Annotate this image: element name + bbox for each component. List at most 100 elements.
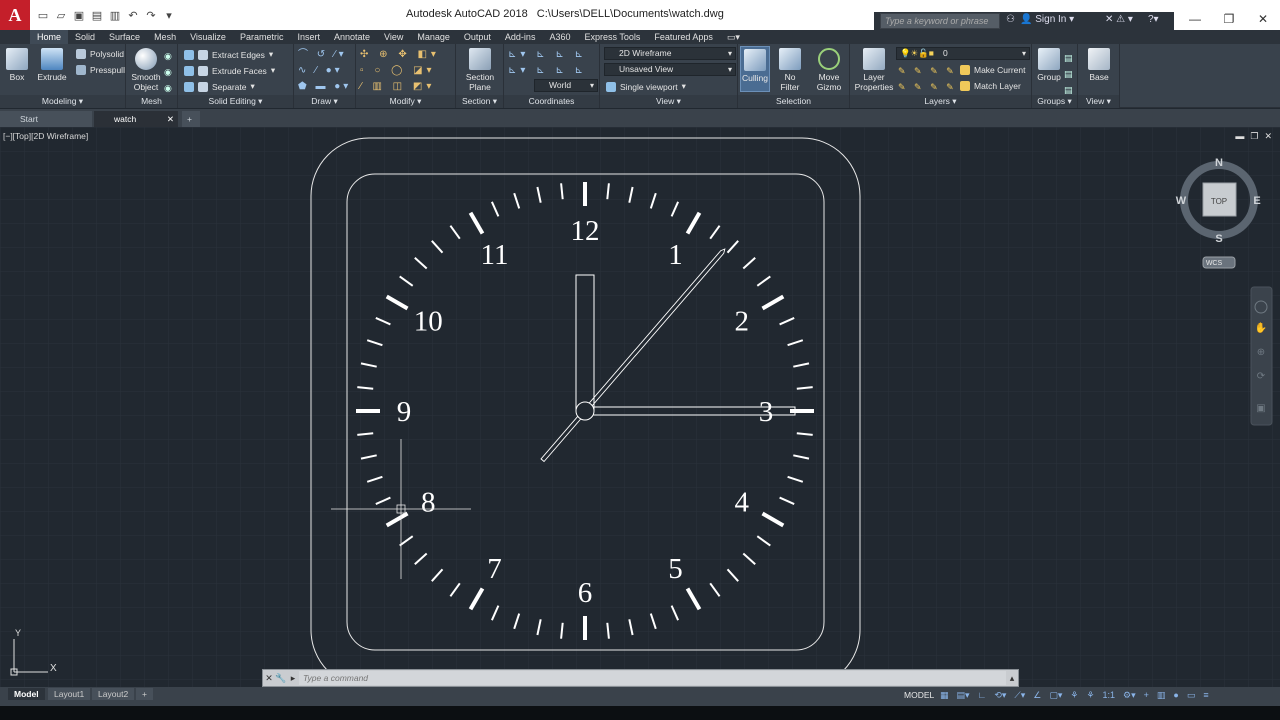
annotation-scale-icon[interactable]: ⚘ [1070, 690, 1078, 701]
match-layer-button[interactable]: Match Layer [960, 81, 1021, 91]
annotation-monitor-icon[interactable]: + [1144, 690, 1149, 701]
group-tools-icons[interactable]: ▤ ▤ ▤ [1064, 50, 1073, 98]
snap-mode-icon[interactable]: ▤▾ [957, 690, 970, 701]
model-space-toggle[interactable]: MODEL [904, 690, 934, 700]
ribbon-minimize-icon[interactable]: ▭▾ [720, 30, 747, 44]
ucs-tools-icons[interactable]: ⊾▾ ⊾ ⊾ ⊾ ⊾▾ ⊾ ⊾ ⊾ [508, 47, 587, 79]
compass-south[interactable]: S [1215, 233, 1222, 245]
scale-dropdown[interactable]: 1:1 [1103, 690, 1116, 701]
annotation-visibility-icon[interactable]: ⚘ [1086, 690, 1094, 701]
panel-label-solid-editing[interactable]: Solid Editing ▾ [178, 95, 293, 108]
extrude-button[interactable]: Extrude [36, 48, 68, 82]
section-plane-button[interactable]: Section Plane [462, 48, 498, 92]
viewport-restore-icon[interactable]: ❐ [1250, 131, 1258, 142]
ortho-icon[interactable]: ∟ [978, 690, 987, 701]
object-snap-icon[interactable]: ▢▾ [1049, 690, 1062, 701]
save-as-icon[interactable]: ▤ [90, 8, 104, 22]
binoculars-icon[interactable]: ⚇ [1006, 14, 1015, 25]
quick-properties-icon[interactable]: ● [1173, 690, 1178, 701]
tab-add-ins[interactable]: Add-ins [498, 30, 543, 44]
layout-tab-layout2[interactable]: Layout2 [92, 688, 135, 700]
open-file-icon[interactable]: ▱ [54, 8, 68, 22]
culling-button[interactable]: Culling [740, 46, 770, 92]
tab-a360[interactable]: A360 [542, 30, 577, 44]
tab-home[interactable]: Home [30, 30, 69, 44]
panel-label-mesh[interactable]: Mesh [126, 95, 177, 108]
modify-tools-icons[interactable]: ✣ ⊕ ✥ ◧▾ ▫ ○ ◯ ◪▾ ∕ ▥ ◫ ◩▾ [360, 47, 440, 95]
viewport-controls-label[interactable]: [−][Top][2D Wireframe] [3, 131, 88, 141]
mesh-tools-icons[interactable]: ◉ ◉ ◉ [164, 48, 172, 96]
compass-east[interactable]: E [1253, 195, 1260, 207]
ucs-dropdown[interactable]: World [534, 79, 598, 92]
exchange-apps-icon[interactable]: ✕ ⚠ ▾ [1105, 14, 1133, 25]
extract-edges-button[interactable]: Extract Edges ▾ [184, 49, 273, 60]
viewcube-face[interactable]: TOP [1211, 197, 1227, 206]
panel-label-view[interactable]: View ▾ [600, 95, 737, 108]
panel-label-groups[interactable]: Groups ▾ [1032, 95, 1077, 108]
layer-dropdown[interactable]: 💡☀🔓■ 0 [896, 47, 1030, 60]
minimize-icon[interactable]: — [1178, 12, 1212, 26]
tab-express-tools[interactable]: Express Tools [577, 30, 647, 44]
command-close-icon[interactable]: ✕ [263, 673, 275, 684]
layer-properties-button[interactable]: Layer Properties [854, 48, 894, 92]
panel-label-view-base[interactable]: View ▾ [1078, 95, 1119, 108]
viewport-minimize-icon[interactable]: ▬ [1235, 131, 1244, 142]
compass-north[interactable]: N [1215, 157, 1223, 169]
visual-style-dropdown[interactable]: 2D Wireframe [604, 47, 736, 60]
layout-tab-layout1[interactable]: Layout1 [48, 688, 91, 700]
panel-label-layers[interactable]: Layers ▾ [850, 95, 1031, 108]
smooth-object-button[interactable]: Smooth Object [128, 48, 164, 92]
tab-view[interactable]: View [377, 30, 410, 44]
box-button[interactable]: Box [4, 48, 30, 82]
named-view-dropdown[interactable]: Unsaved View [604, 63, 736, 76]
isodraft-icon[interactable]: ⟋▾ [1014, 690, 1025, 701]
layer-tools-icons[interactable]: ✎ ✎ ✎ ✎ ✎ ✎ ✎ ✎ [898, 63, 957, 95]
undo-icon[interactable]: ↶ [126, 8, 140, 22]
move-gizmo-button[interactable]: Move Gizmo [812, 48, 846, 92]
panel-label-section[interactable]: Section ▾ [456, 95, 503, 108]
tab-insert[interactable]: Insert [290, 30, 327, 44]
autocad-logo-icon[interactable]: A [0, 0, 30, 30]
tab-visualize[interactable]: Visualize [183, 30, 233, 44]
center-hub[interactable] [575, 401, 595, 421]
presspull-button[interactable]: Presspull [76, 65, 125, 75]
tab-annotate[interactable]: Annotate [327, 30, 377, 44]
panel-label-coordinates[interactable]: Coordinates [504, 95, 599, 108]
panel-label-draw[interactable]: Draw ▾ [294, 95, 355, 108]
tab-solid[interactable]: Solid [68, 30, 102, 44]
tab-surface[interactable]: Surface [102, 30, 147, 44]
layout-tab-model[interactable]: Model [8, 688, 45, 700]
polar-tracking-icon[interactable]: ⟲▾ [994, 690, 1006, 701]
make-current-button[interactable]: Make Current [960, 65, 1026, 75]
tab-mesh[interactable]: Mesh [147, 30, 183, 44]
customize-status-icon[interactable]: ≡ [1203, 690, 1208, 701]
navigation-bar[interactable]: ✋ ⊕ ⟳ ▣ [1250, 286, 1273, 426]
polysolid-button[interactable]: Polysolid [76, 49, 124, 59]
save-icon[interactable]: ▣ [72, 8, 86, 22]
panel-label-modeling[interactable]: Modeling ▾ [0, 95, 125, 108]
command-settings-icon[interactable]: 🔧 [275, 673, 287, 684]
viewport-config-button[interactable]: Single viewport ▾ [606, 81, 686, 92]
tab-parametric[interactable]: Parametric [233, 30, 291, 44]
panel-label-modify[interactable]: Modify ▾ [356, 95, 455, 108]
tab-output[interactable]: Output [457, 30, 498, 44]
drawing-svg[interactable]: 121234567891011 Y X TOP N S E W WCS ✋ ⊕ … [0, 127, 1280, 687]
new-tab-button[interactable]: + [182, 111, 200, 127]
search-input[interactable]: Type a keyword or phrase [880, 13, 1000, 29]
command-prompt-icon[interactable]: ▸ [287, 673, 299, 684]
close-icon[interactable]: ✕ [1246, 12, 1280, 26]
grid-display-icon[interactable]: ▦ [940, 690, 949, 701]
close-tab-icon[interactable]: ✕ [167, 111, 174, 127]
print-icon[interactable]: ▥ [108, 8, 122, 22]
add-layout-button[interactable]: + [136, 688, 153, 700]
tab-watch[interactable]: watch ✕ [94, 111, 178, 127]
separate-button[interactable]: Separate ▾ [184, 81, 255, 92]
tab-manage[interactable]: Manage [410, 30, 457, 44]
new-file-icon[interactable]: ▭ [36, 8, 50, 22]
panel-label-selection[interactable]: Selection [738, 95, 849, 108]
extrude-faces-button[interactable]: Extrude Faces ▾ [184, 65, 275, 76]
command-history-icon[interactable]: ▴ [1006, 673, 1018, 684]
clean-screen-icon[interactable]: ▭ [1187, 690, 1196, 701]
compass-west[interactable]: W [1176, 195, 1187, 207]
command-input[interactable] [299, 671, 1006, 685]
